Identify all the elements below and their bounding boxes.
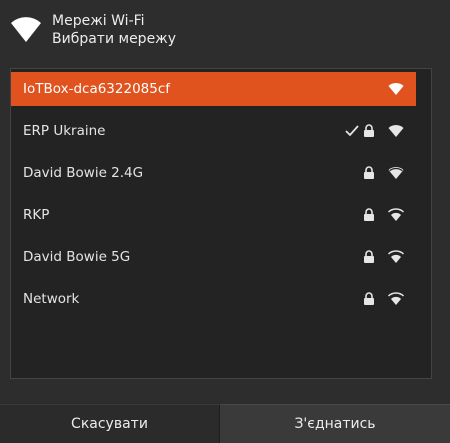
network-name: RKP — [23, 207, 50, 223]
wifi-signal-strong-icon — [388, 167, 404, 179]
wifi-icon — [11, 17, 41, 42]
wifi-signal-strong-icon — [388, 83, 404, 95]
dialog-subtitle: Вибрати мережу — [52, 31, 177, 47]
dialog-title: Мережі Wi-Fi — [52, 13, 145, 29]
network-row[interactable]: Network — [11, 282, 416, 316]
cancel-button[interactable]: Скасувати — [0, 404, 220, 443]
network-list[interactable]: IoTBox-dca6322085cf ERP Ukraine David Bo… — [10, 68, 432, 379]
wifi-signal-strong-icon — [388, 125, 404, 137]
lock-icon — [364, 124, 374, 137]
connect-button[interactable]: З'єднатись — [220, 404, 450, 443]
network-name: Network — [23, 291, 80, 307]
lock-icon — [364, 250, 374, 263]
network-row[interactable]: IoTBox-dca6322085cf — [11, 72, 416, 106]
network-name: David Bowie 5G — [23, 249, 131, 265]
lock-icon — [364, 166, 374, 179]
lock-icon — [364, 292, 374, 305]
dialog-header: Мережі Wi-Fi Вибрати мережу — [0, 0, 450, 60]
network-row[interactable]: ERP Ukraine — [11, 114, 416, 148]
network-name: ERP Ukraine — [23, 123, 106, 139]
wifi-signal-medium-icon — [388, 292, 404, 305]
network-name: David Bowie 2.4G — [23, 165, 144, 181]
network-row[interactable]: David Bowie 2.4G — [11, 156, 416, 190]
network-name: IoTBox-dca6322085cf — [23, 81, 171, 97]
network-row[interactable]: David Bowie 5G — [11, 240, 416, 274]
checkmark-icon — [345, 125, 359, 137]
wifi-signal-medium-icon — [388, 250, 404, 263]
network-row[interactable]: RKP — [11, 198, 416, 232]
wifi-signal-medium-icon — [388, 208, 404, 221]
dialog-footer: Скасувати З'єднатись — [0, 404, 450, 443]
lock-icon — [364, 208, 374, 221]
